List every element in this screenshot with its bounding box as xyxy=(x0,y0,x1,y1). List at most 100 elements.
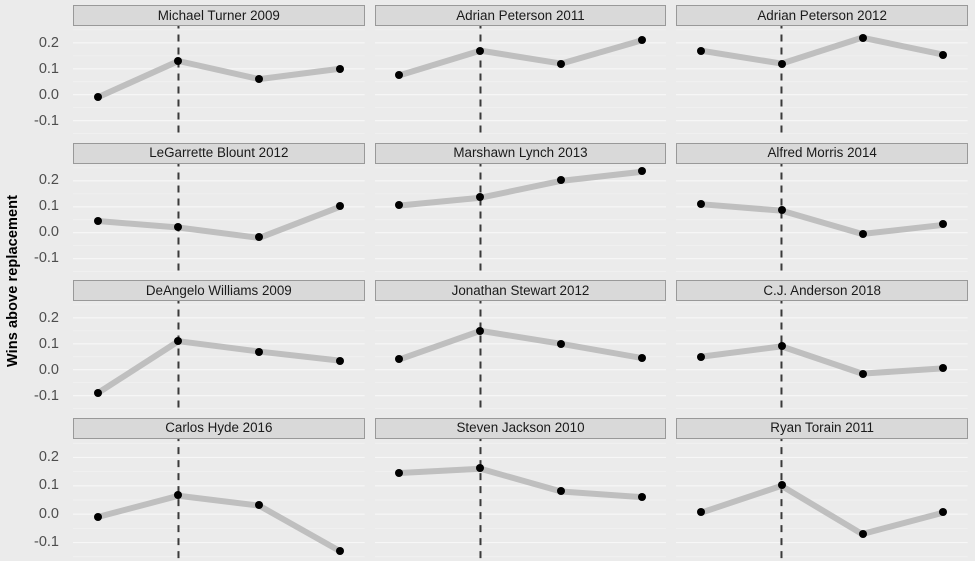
data-line xyxy=(98,61,340,97)
y-axis-row-2: 0.2 0.1 0.0 -0.1 xyxy=(26,138,70,276)
data-point xyxy=(697,352,706,361)
data-point xyxy=(637,36,646,45)
y-tick-label: 0.2 xyxy=(38,309,59,326)
facet-strip-label: Marshawn Lynch 2013 xyxy=(453,145,588,161)
facet-strip-label: Michael Turner 2009 xyxy=(157,7,280,23)
facet-strip: LeGarrette Blount 2012 xyxy=(73,142,365,164)
facet-strip: Alfred Morris 2014 xyxy=(676,142,968,164)
plot-area xyxy=(676,438,968,561)
data-point xyxy=(335,546,344,555)
facet-panel: Steven Jackson 2010 xyxy=(372,413,674,561)
facet-strip-label: Jonathan Stewart 2012 xyxy=(451,282,590,298)
y-tick-label: -0.1 xyxy=(34,250,59,267)
facet-strip: Marshawn Lynch 2013 xyxy=(374,142,667,164)
data-line xyxy=(399,331,641,360)
y-tick-label: 0.0 xyxy=(38,361,59,378)
data-point xyxy=(556,486,565,495)
facet-panel: C.J. Anderson 2018 xyxy=(673,275,975,413)
data-point xyxy=(476,326,485,335)
plot-area xyxy=(676,26,968,138)
y-axis-title: Wins above replacement xyxy=(0,0,26,561)
y-tick-label: 0.1 xyxy=(38,198,59,215)
facet-panel: Carlos Hyde 2016 xyxy=(70,413,372,561)
facet-grid: 0.2 0.1 0.0 -0.1 Michael Turner 2009 Adrian P… xyxy=(26,0,975,561)
facet-strip-label: Ryan Torain 2011 xyxy=(770,420,875,436)
data-point xyxy=(858,229,867,238)
y-tick-label: 0.2 xyxy=(38,172,59,189)
facet-strip-label: Adrian Peterson 2011 xyxy=(456,7,585,23)
y-tick-label: 0.2 xyxy=(38,34,59,51)
y-tick-label: 0.1 xyxy=(38,335,59,352)
data-point xyxy=(697,46,706,55)
data-point xyxy=(476,46,485,55)
y-tick-label: 0.2 xyxy=(38,448,59,465)
y-axis-ticks: 0.2 0.1 0.0 -0.1 xyxy=(26,413,65,561)
y-axis-row-1: 0.2 0.1 0.0 -0.1 xyxy=(26,0,70,138)
facet-strip: Jonathan Stewart 2012 xyxy=(374,280,667,301)
facet-strip-label: Adrian Peterson 2012 xyxy=(757,7,887,23)
y-tick-label: 0.1 xyxy=(38,477,59,494)
y-axis-ticks: 0.2 0.1 0.0 -0.1 xyxy=(26,0,65,138)
data-line xyxy=(701,204,943,234)
data-point xyxy=(858,33,867,42)
y-tick-label: 0.1 xyxy=(38,60,59,77)
data-point xyxy=(637,167,646,176)
facet-strip: Adrian Peterson 2012 xyxy=(676,5,968,26)
data-point xyxy=(335,64,344,73)
plot-area xyxy=(73,26,365,138)
data-point xyxy=(335,356,344,365)
data-line xyxy=(399,171,641,205)
data-point xyxy=(777,206,786,215)
plot-area xyxy=(73,301,365,413)
facet-panel: DeAngelo Williams 2009 xyxy=(70,275,372,413)
data-line xyxy=(399,468,641,496)
data-point xyxy=(858,369,867,378)
facet-strip-label: LeGarrette Blount 2012 xyxy=(149,145,289,161)
facet-panel: Adrian Peterson 2011 xyxy=(372,0,674,138)
plot-area xyxy=(374,438,667,561)
plot-area xyxy=(676,163,968,275)
facet-strip: Adrian Peterson 2011 xyxy=(374,5,667,26)
data-line xyxy=(701,38,943,64)
data-point xyxy=(637,492,646,501)
plot-area xyxy=(73,163,365,275)
y-tick-label: 0.0 xyxy=(38,505,59,522)
y-axis-ticks: 0.2 0.1 0.0 -0.1 xyxy=(26,275,65,413)
y-tick-label: 0.0 xyxy=(38,224,59,241)
facet-panel: Ryan Torain 2011 xyxy=(673,413,975,561)
plot-area xyxy=(676,301,968,413)
facet-panel: Marshawn Lynch 2013 xyxy=(372,138,674,275)
facet-strip-label: Steven Jackson 2010 xyxy=(456,420,585,436)
facet-panel: Alfred Morris 2014 xyxy=(673,138,975,275)
y-tick-label: -0.1 xyxy=(34,112,59,129)
facet-strip: Steven Jackson 2010 xyxy=(374,417,667,439)
facet-strip-label: Alfred Morris 2014 xyxy=(767,145,877,161)
data-point xyxy=(255,347,264,356)
facet-strip: Michael Turner 2009 xyxy=(73,5,365,26)
data-point xyxy=(637,354,646,363)
facet-panel: Adrian Peterson 2012 xyxy=(673,0,975,138)
data-point xyxy=(93,512,102,521)
data-point xyxy=(858,529,867,538)
y-axis-title-text: Wins above replacement xyxy=(5,194,22,367)
data-point xyxy=(777,59,786,68)
data-line xyxy=(98,341,340,393)
plot-area xyxy=(374,163,667,275)
y-tick-label: 0.0 xyxy=(38,86,59,103)
facet-strip: Ryan Torain 2011 xyxy=(676,417,968,439)
data-point xyxy=(556,59,565,68)
data-point xyxy=(395,468,404,477)
data-point xyxy=(556,339,565,348)
facet-strip: C.J. Anderson 2018 xyxy=(676,280,968,301)
data-line xyxy=(399,40,641,75)
facet-strip-label: C.J. Anderson 2018 xyxy=(763,282,881,298)
facet-strip: Carlos Hyde 2016 xyxy=(73,417,365,439)
facet-panel: Michael Turner 2009 xyxy=(70,0,372,138)
y-tick-label: -0.1 xyxy=(34,534,59,551)
plot-area xyxy=(374,301,667,413)
facet-strip-label: DeAngelo Williams 2009 xyxy=(145,282,292,298)
data-point xyxy=(93,389,102,398)
data-line xyxy=(701,485,943,533)
plot-area xyxy=(374,26,667,138)
facet-panel: LeGarrette Blount 2012 xyxy=(70,138,372,275)
